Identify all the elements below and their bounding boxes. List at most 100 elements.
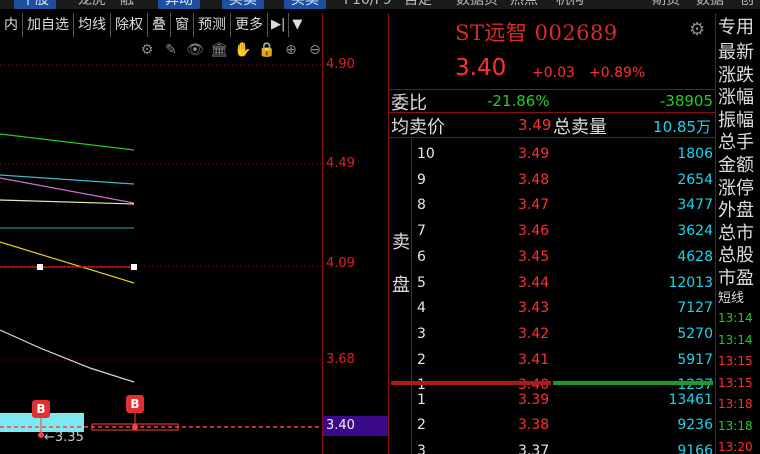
order-level: 3 <box>417 442 426 454</box>
top-menu-item[interactable]: 龙虎 <box>78 0 106 9</box>
top-menu-item[interactable]: F10/F9 <box>344 0 392 9</box>
ticks-header[interactable]: 短线 <box>718 287 744 306</box>
order-level: 6 <box>417 248 426 265</box>
sell-order-row[interactable]: 5 3.44 12013 <box>413 270 715 296</box>
order-volume: 3477 <box>677 197 713 214</box>
toolbar-item-ex-rights[interactable]: 除权 <box>111 13 148 37</box>
sell-order-row[interactable]: 10 3.49 1806 <box>413 141 715 167</box>
side-panel-header[interactable]: 专用 <box>718 13 754 39</box>
toolbar-item-add-watchlist[interactable]: 加自选 <box>23 13 74 37</box>
buy-order-row[interactable]: 3 3.37 9166 <box>413 438 715 454</box>
order-price: 3.48 <box>518 171 550 188</box>
ma-line-cyan <box>0 174 135 185</box>
price-change-pct: +0.89% <box>589 65 646 81</box>
top-menu-item[interactable]: 数据 <box>696 0 724 9</box>
tick-time: 13:18 <box>718 418 753 433</box>
top-menu-item[interactable]: 买卖 <box>284 0 326 9</box>
divider <box>389 137 715 138</box>
order-level: 9 <box>417 171 426 188</box>
sell-order-row[interactable]: 6 3.45 4628 <box>413 244 715 270</box>
top-menu-item[interactable]: 融 <box>120 0 134 9</box>
order-price: 3.42 <box>518 325 550 342</box>
order-volume: 9236 <box>677 417 713 434</box>
sell-order-row[interactable]: 8 3.47 3477 <box>413 192 715 218</box>
order-level: 2 <box>417 417 426 434</box>
order-volume: 5917 <box>677 351 713 368</box>
toolbar-item-window[interactable]: 窗 <box>171 13 194 37</box>
sell-order-row[interactable]: 4 3.43 7127 <box>413 295 715 321</box>
bank-icon[interactable]: 🏛 <box>210 40 228 60</box>
top-menu-item[interactable]: 创 <box>740 0 754 9</box>
tick-time: 13:14 <box>718 311 753 325</box>
toolbar-item-overlay[interactable]: 叠 <box>148 13 171 37</box>
ma-line-green <box>0 133 135 151</box>
toolbar-item-forecast[interactable]: 预测 <box>194 13 231 37</box>
sell-order-row[interactable]: 7 3.46 3624 <box>413 218 715 244</box>
top-menu-item[interactable]: 机构 <box>556 0 584 9</box>
settings-icon[interactable]: ⚙ <box>138 40 156 60</box>
order-price: 3.47 <box>518 197 550 214</box>
order-price: 3.43 <box>518 300 550 317</box>
sell-strength-bar <box>391 381 551 385</box>
avg-sell-value: 3.49 <box>518 116 552 134</box>
order-price: 3.46 <box>518 223 550 240</box>
top-menu-bar: 千股 龙虎 融 异动 买卖 买卖 F10/F9 自定 数据页 热点 机构 期货 … <box>0 0 760 9</box>
quote-panel: ST远智 002689 ⚙ 3.40 +0.03 +0.89% 委比 -21.8… <box>389 13 715 454</box>
pen-icon[interactable]: ✎ <box>162 40 180 60</box>
total-sell-value: 10.85万 <box>653 118 711 136</box>
order-price: 3.37 <box>518 442 550 454</box>
kline-chart-area[interactable]: B B ←3.35 <box>0 60 322 454</box>
top-menu-item[interactable]: 异动 <box>158 0 200 9</box>
weibi-row: 委比 -21.86% -38905 <box>389 91 715 114</box>
toolbar-item-inner[interactable]: 内 <box>0 13 23 37</box>
top-menu-item[interactable]: 千股 <box>14 0 56 9</box>
weibi-pct: -21.86% <box>487 92 550 110</box>
tick-time: 13:18 <box>718 397 753 411</box>
hand-icon[interactable]: ✋ <box>234 40 252 60</box>
order-volume: 12013 <box>668 274 713 291</box>
ma-line-cream <box>0 199 135 205</box>
buy-marker[interactable]: B <box>32 400 50 418</box>
toolbar-item-ma[interactable]: 均线 <box>74 13 111 37</box>
sell-order-row[interactable]: 9 3.48 2654 <box>413 167 715 193</box>
top-menu-item[interactable]: 自定 <box>404 0 432 9</box>
tick-time: 13:15 <box>718 375 753 390</box>
avg-sell-label: 均卖价 <box>391 117 445 138</box>
chevron-down-icon[interactable]: ▼ <box>289 13 305 37</box>
order-level: 7 <box>417 223 426 240</box>
order-price: 3.38 <box>518 417 550 434</box>
lock-icon[interactable]: 🔒 <box>258 40 276 60</box>
current-price-tag: 3.40 <box>323 416 388 436</box>
arrow-right-icon[interactable]: ▶| <box>268 13 290 37</box>
buy-order-row[interactable]: 1 3.39 13461 <box>413 387 715 413</box>
order-level: 10 <box>417 146 435 162</box>
top-menu-item[interactable]: 热点 <box>510 0 538 9</box>
order-volume: 3624 <box>677 223 713 240</box>
sell-order-row[interactable]: 2 3.41 5917 <box>413 347 715 373</box>
buy-strength-bar <box>553 381 713 385</box>
tick-time: 13:14 <box>718 332 753 347</box>
price-axis-label: 3.68 <box>326 352 355 367</box>
buy-order-row[interactable]: 2 3.38 9236 <box>413 412 715 438</box>
order-level: 3 <box>417 325 426 342</box>
order-price: 3.45 <box>518 248 550 265</box>
sell-order-row[interactable]: 3 3.42 5270 <box>413 321 715 347</box>
price-axis-label: 4.09 <box>326 256 355 271</box>
low-price-label: 3.35 <box>54 430 84 445</box>
price-line-white <box>0 329 135 383</box>
gear-icon[interactable]: ⚙ <box>689 19 705 40</box>
order-level: 2 <box>417 351 426 368</box>
top-menu-item[interactable]: 期货 <box>652 0 680 9</box>
order-price: 3.49 <box>518 146 550 162</box>
top-menu-item[interactable]: 买卖 <box>222 0 264 9</box>
order-price: 3.44 <box>518 274 550 291</box>
divider <box>411 139 412 454</box>
eye-icon[interactable]: 👁 <box>186 40 204 60</box>
zoom-in-icon[interactable]: ⊕ <box>282 40 300 60</box>
top-menu-item[interactable]: 数据页 <box>456 0 498 9</box>
order-volume: 2654 <box>677 171 713 188</box>
buy-marker[interactable]: B <box>126 395 144 413</box>
sell-side-label: 卖 <box>392 232 410 253</box>
order-level: 1 <box>417 392 426 408</box>
toolbar-item-more[interactable]: 更多 <box>231 13 268 37</box>
